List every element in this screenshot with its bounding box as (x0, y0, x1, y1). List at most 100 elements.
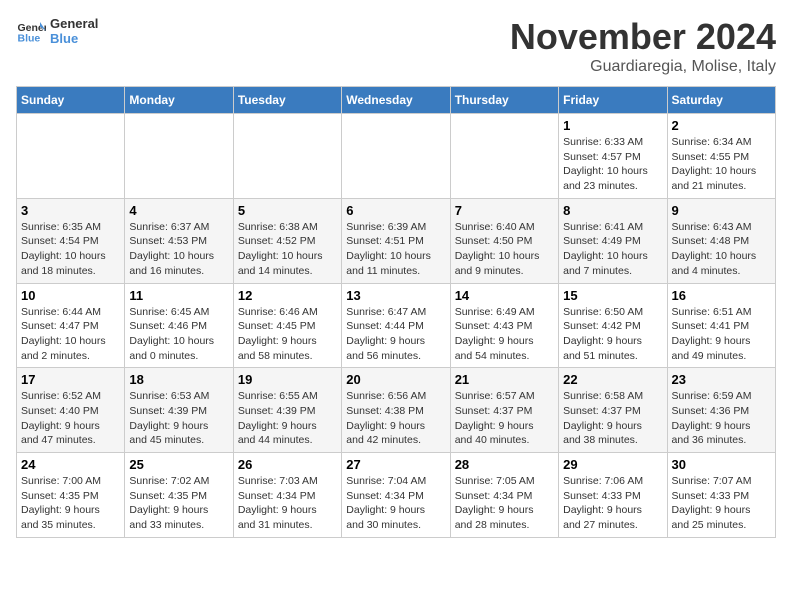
day-info: Sunrise: 6:34 AM Sunset: 4:55 PM Dayligh… (672, 135, 771, 194)
day-cell: 27 Sunrise: 7:04 AM Sunset: 4:34 PM Dayli… (342, 453, 450, 538)
day-number: 18 (129, 372, 228, 387)
day-number: 24 (21, 457, 120, 472)
logo-line2: Blue (50, 31, 98, 46)
day-info: Sunrise: 6:44 AM Sunset: 4:47 PM Dayligh… (21, 305, 120, 364)
logo-icon: General Blue (16, 16, 46, 46)
day-cell: 12 Sunrise: 6:46 AM Sunset: 4:45 PM Dayli… (233, 283, 341, 368)
day-cell: 10 Sunrise: 6:44 AM Sunset: 4:47 PM Dayli… (17, 283, 125, 368)
logo: General Blue General Blue (16, 16, 98, 46)
day-number: 25 (129, 457, 228, 472)
day-number: 9 (672, 203, 771, 218)
day-number: 30 (672, 457, 771, 472)
header-cell-tuesday: Tuesday (233, 87, 341, 114)
day-cell: 11Sunrise: 6:45 AM Sunset: 4:46 PM Dayli… (125, 283, 233, 368)
page-header: General Blue General Blue November 2024 … (16, 16, 776, 76)
title-area: November 2024 Guardiaregia, Molise, Ital… (510, 16, 776, 76)
day-cell: 24 Sunrise: 7:00 AM Sunset: 4:35 PM Dayli… (17, 453, 125, 538)
day-number: 11 (129, 288, 228, 303)
day-info: Sunrise: 6:49 AM Sunset: 4:43 PM Dayligh… (455, 305, 554, 364)
header-cell-sunday: Sunday (17, 87, 125, 114)
day-cell: 17 Sunrise: 6:52 AM Sunset: 4:40 PM Dayli… (17, 368, 125, 453)
day-info: Sunrise: 6:52 AM Sunset: 4:40 PM Dayligh… (21, 389, 120, 448)
header-cell-friday: Friday (559, 87, 667, 114)
day-cell: 13 Sunrise: 6:47 AM Sunset: 4:44 PM Dayli… (342, 283, 450, 368)
day-number: 4 (129, 203, 228, 218)
day-cell (342, 114, 450, 199)
day-cell: 29Sunrise: 7:06 AM Sunset: 4:33 PM Dayli… (559, 453, 667, 538)
day-info: Sunrise: 6:53 AM Sunset: 4:39 PM Dayligh… (129, 389, 228, 448)
day-info: Sunrise: 7:03 AM Sunset: 4:34 PM Dayligh… (238, 474, 337, 533)
day-number: 2 (672, 118, 771, 133)
day-info: Sunrise: 6:40 AM Sunset: 4:50 PM Dayligh… (455, 220, 554, 279)
day-info: Sunrise: 6:57 AM Sunset: 4:37 PM Dayligh… (455, 389, 554, 448)
day-cell: 20Sunrise: 6:56 AM Sunset: 4:38 PM Dayli… (342, 368, 450, 453)
day-number: 22 (563, 372, 662, 387)
day-number: 26 (238, 457, 337, 472)
week-row-4: 17 Sunrise: 6:52 AM Sunset: 4:40 PM Dayli… (17, 368, 776, 453)
day-cell: 25 Sunrise: 7:02 AM Sunset: 4:35 PM Dayli… (125, 453, 233, 538)
day-cell: 16 Sunrise: 6:51 AM Sunset: 4:41 PM Dayli… (667, 283, 775, 368)
day-number: 16 (672, 288, 771, 303)
day-cell: 18 Sunrise: 6:53 AM Sunset: 4:39 PM Dayli… (125, 368, 233, 453)
header-cell-monday: Monday (125, 87, 233, 114)
day-info: Sunrise: 6:38 AM Sunset: 4:52 PM Dayligh… (238, 220, 337, 279)
week-row-2: 3 Sunrise: 6:35 AM Sunset: 4:54 PM Daylig… (17, 198, 776, 283)
day-info: Sunrise: 7:04 AM Sunset: 4:34 PM Dayligh… (346, 474, 445, 533)
day-cell (233, 114, 341, 199)
day-info: Sunrise: 6:51 AM Sunset: 4:41 PM Dayligh… (672, 305, 771, 364)
day-cell: 30 Sunrise: 7:07 AM Sunset: 4:33 PM Dayli… (667, 453, 775, 538)
day-info: Sunrise: 6:58 AM Sunset: 4:37 PM Dayligh… (563, 389, 662, 448)
day-info: Sunrise: 6:50 AM Sunset: 4:42 PM Dayligh… (563, 305, 662, 364)
day-info: Sunrise: 7:00 AM Sunset: 4:35 PM Dayligh… (21, 474, 120, 533)
header-cell-wednesday: Wednesday (342, 87, 450, 114)
day-info: Sunrise: 6:55 AM Sunset: 4:39 PM Dayligh… (238, 389, 337, 448)
day-cell: 21 Sunrise: 6:57 AM Sunset: 4:37 PM Dayli… (450, 368, 558, 453)
day-info: Sunrise: 6:35 AM Sunset: 4:54 PM Dayligh… (21, 220, 120, 279)
day-cell: 14 Sunrise: 6:49 AM Sunset: 4:43 PM Dayli… (450, 283, 558, 368)
header-cell-saturday: Saturday (667, 87, 775, 114)
day-cell: 9Sunrise: 6:43 AM Sunset: 4:48 PM Daylig… (667, 198, 775, 283)
day-number: 6 (346, 203, 445, 218)
week-row-3: 10 Sunrise: 6:44 AM Sunset: 4:47 PM Dayli… (17, 283, 776, 368)
day-number: 7 (455, 203, 554, 218)
day-info: Sunrise: 7:05 AM Sunset: 4:34 PM Dayligh… (455, 474, 554, 533)
day-cell: 28 Sunrise: 7:05 AM Sunset: 4:34 PM Dayli… (450, 453, 558, 538)
day-number: 3 (21, 203, 120, 218)
day-info: Sunrise: 7:07 AM Sunset: 4:33 PM Dayligh… (672, 474, 771, 533)
logo-line1: General (50, 16, 98, 31)
day-cell: 6Sunrise: 6:39 AM Sunset: 4:51 PM Daylig… (342, 198, 450, 283)
day-cell: 2 Sunrise: 6:34 AM Sunset: 4:55 PM Daylig… (667, 114, 775, 199)
calendar-subtitle: Guardiaregia, Molise, Italy (510, 58, 776, 76)
day-cell: 15Sunrise: 6:50 AM Sunset: 4:42 PM Dayli… (559, 283, 667, 368)
day-info: Sunrise: 6:46 AM Sunset: 4:45 PM Dayligh… (238, 305, 337, 364)
calendar-title: November 2024 (510, 16, 776, 58)
day-number: 1 (563, 118, 662, 133)
day-cell: 19Sunrise: 6:55 AM Sunset: 4:39 PM Dayli… (233, 368, 341, 453)
day-info: Sunrise: 6:56 AM Sunset: 4:38 PM Dayligh… (346, 389, 445, 448)
day-number: 29 (563, 457, 662, 472)
day-number: 8 (563, 203, 662, 218)
day-number: 14 (455, 288, 554, 303)
day-number: 13 (346, 288, 445, 303)
day-number: 21 (455, 372, 554, 387)
day-number: 27 (346, 457, 445, 472)
day-number: 28 (455, 457, 554, 472)
day-cell: 8 Sunrise: 6:41 AM Sunset: 4:49 PM Daylig… (559, 198, 667, 283)
day-number: 17 (21, 372, 120, 387)
day-cell (17, 114, 125, 199)
day-info: Sunrise: 6:41 AM Sunset: 4:49 PM Dayligh… (563, 220, 662, 279)
header-cell-thursday: Thursday (450, 87, 558, 114)
day-number: 23 (672, 372, 771, 387)
day-info: Sunrise: 6:37 AM Sunset: 4:53 PM Dayligh… (129, 220, 228, 279)
calendar-table: SundayMondayTuesdayWednesdayThursdayFrid… (16, 86, 776, 538)
day-info: Sunrise: 6:47 AM Sunset: 4:44 PM Dayligh… (346, 305, 445, 364)
header-row: SundayMondayTuesdayWednesdayThursdayFrid… (17, 87, 776, 114)
day-number: 10 (21, 288, 120, 303)
day-cell (125, 114, 233, 199)
week-row-5: 24 Sunrise: 7:00 AM Sunset: 4:35 PM Dayli… (17, 453, 776, 538)
day-number: 12 (238, 288, 337, 303)
day-info: Sunrise: 6:33 AM Sunset: 4:57 PM Dayligh… (563, 135, 662, 194)
day-info: Sunrise: 7:02 AM Sunset: 4:35 PM Dayligh… (129, 474, 228, 533)
day-cell: 7 Sunrise: 6:40 AM Sunset: 4:50 PM Daylig… (450, 198, 558, 283)
day-cell: 5Sunrise: 6:38 AM Sunset: 4:52 PM Daylig… (233, 198, 341, 283)
